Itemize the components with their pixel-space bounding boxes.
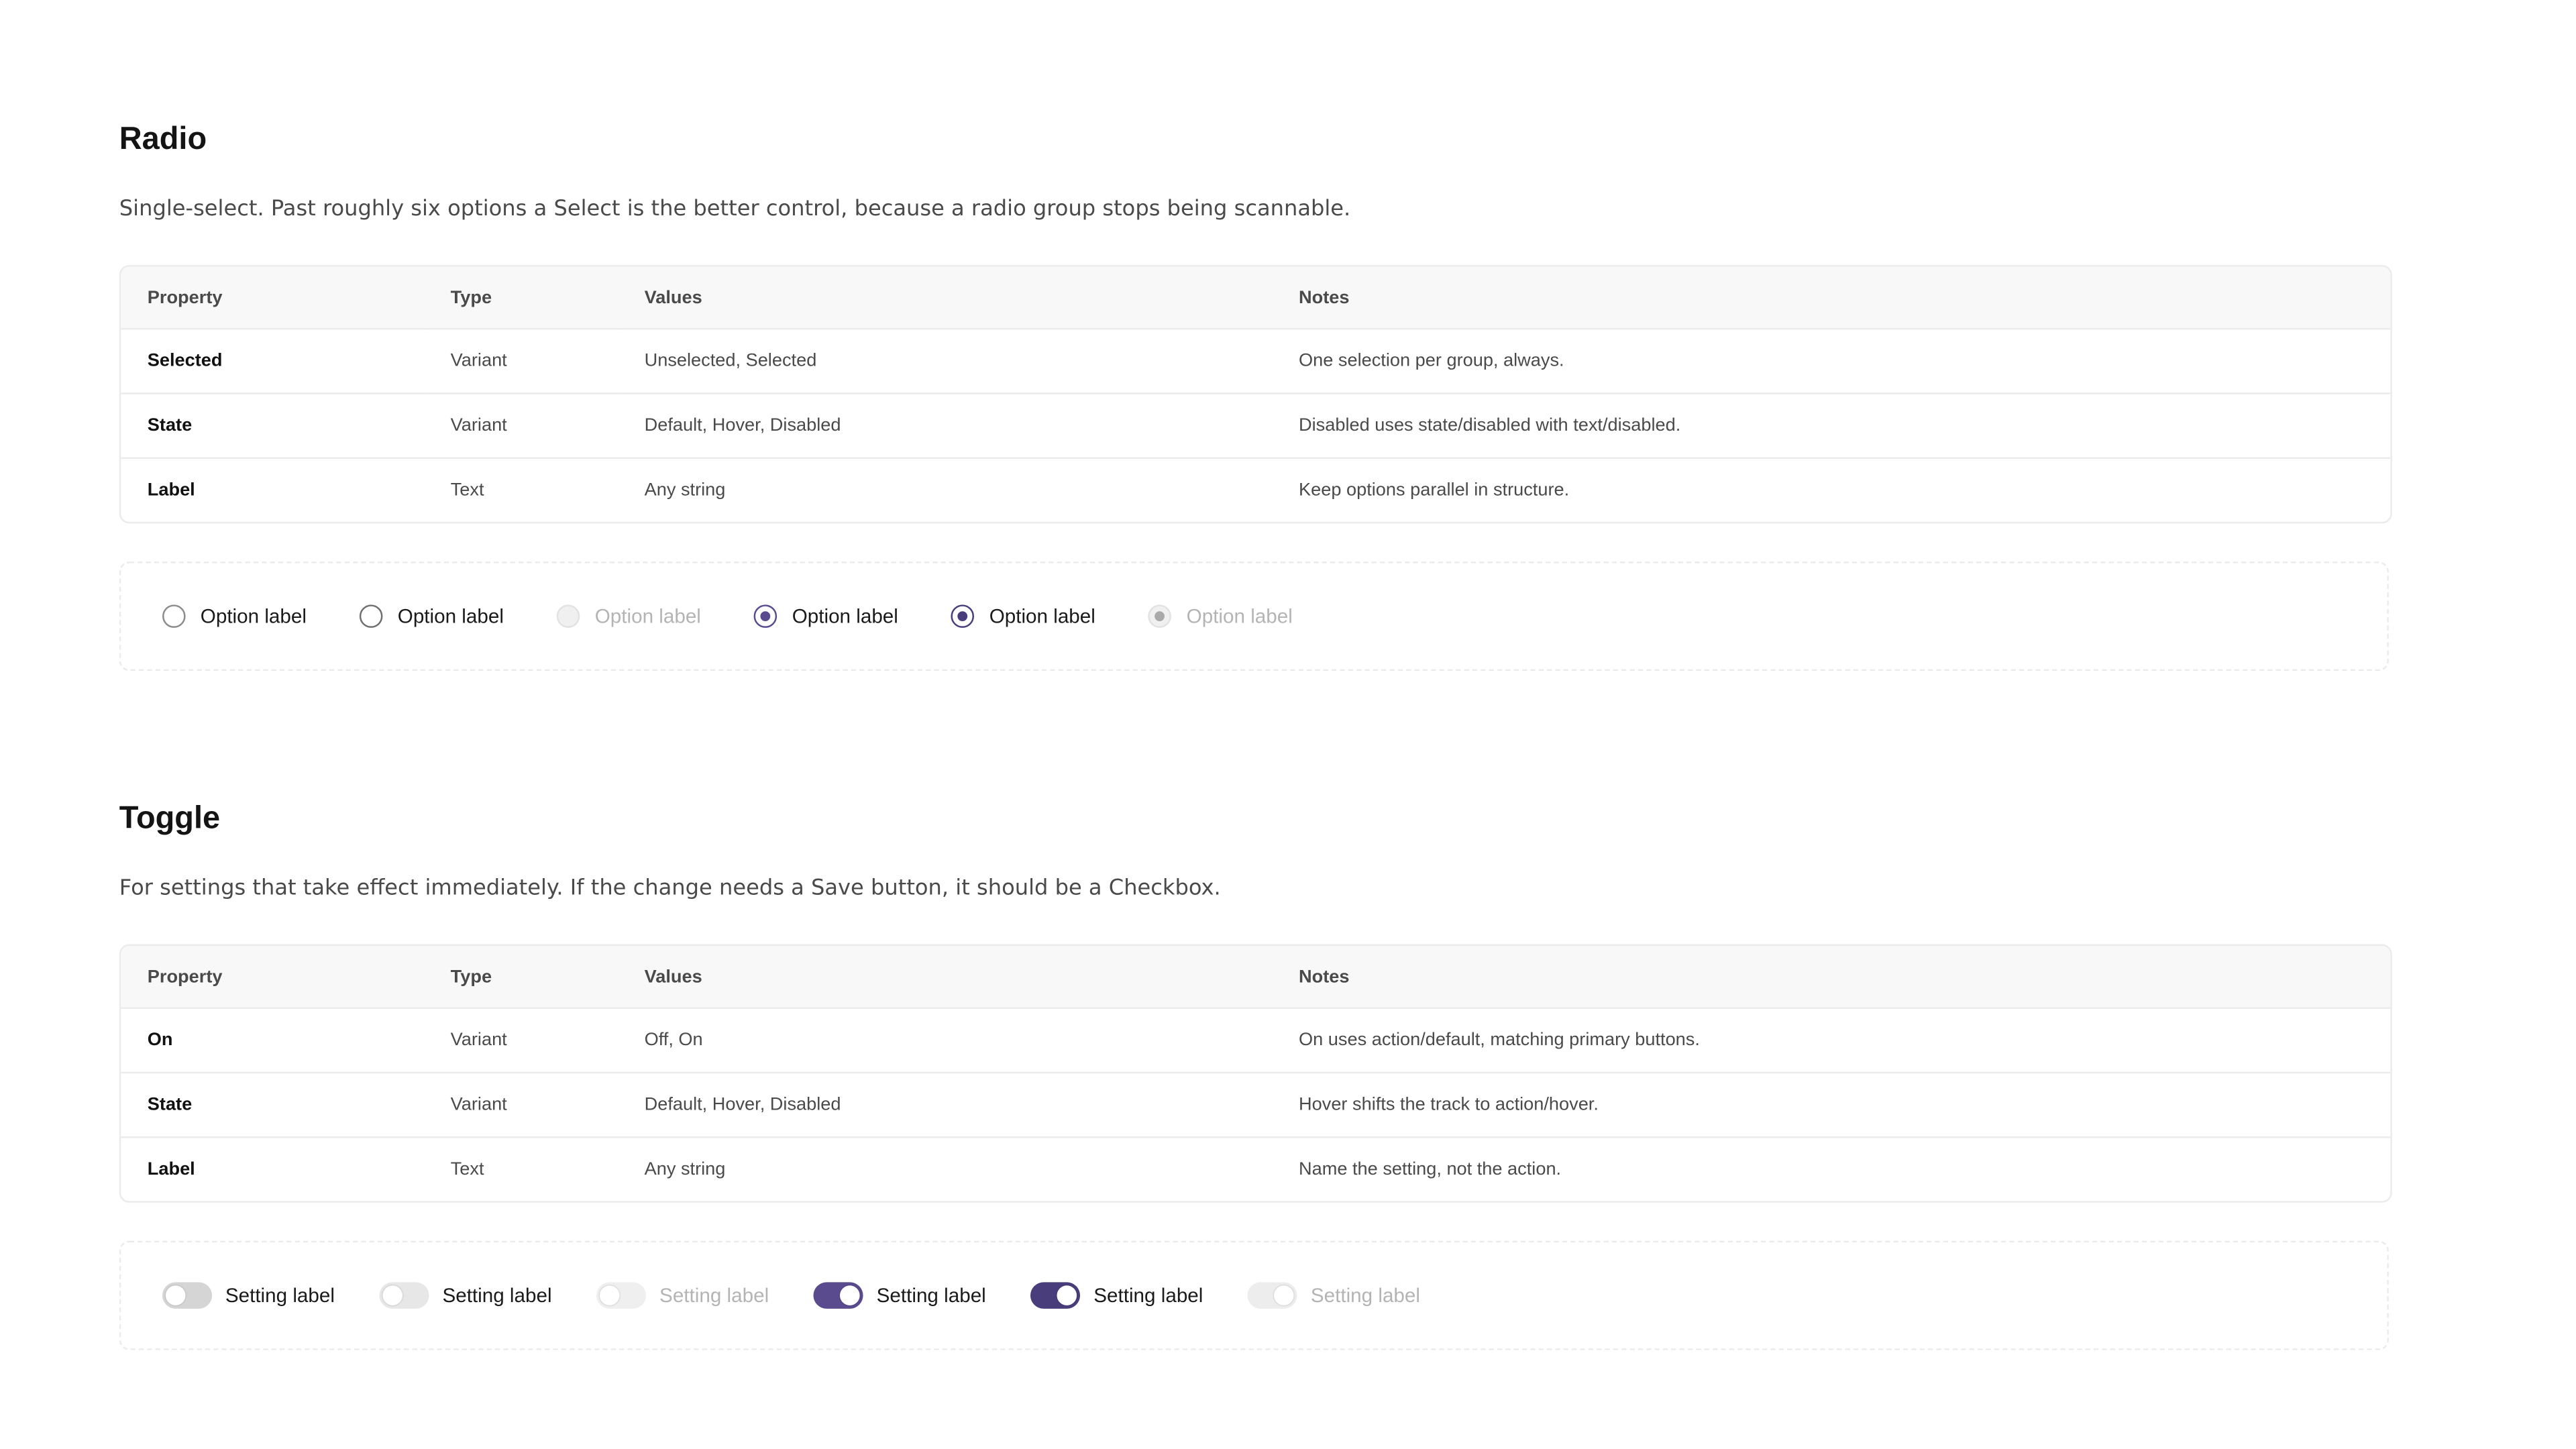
column-header-values: Values [618, 266, 1273, 330]
property-name: State [121, 394, 425, 460]
toggle-label: Setting label [1093, 1283, 1203, 1307]
property-name: Label [147, 480, 195, 500]
property-values: Unselected, Selected [618, 329, 1273, 394]
property-type: Variant [424, 329, 619, 394]
table-header-row: Property Type Values Notes [121, 266, 2391, 330]
property-type: Text [450, 480, 484, 500]
section-description: For settings that take effect immediatel… [119, 876, 1221, 902]
toggle-label: Setting label [442, 1283, 552, 1307]
toggle-switch[interactable] [379, 1282, 429, 1309]
table-row: Selected Variant Unselected, Selected On… [121, 329, 2391, 394]
toggle-knob [1274, 1285, 1295, 1305]
property-type: Variant [424, 1009, 619, 1074]
toggle-switch[interactable] [162, 1282, 213, 1309]
property-type: Text [450, 1159, 484, 1180]
section-title: Toggle [119, 802, 221, 837]
column-header-notes: Notes [1272, 266, 2391, 330]
property-name: State [121, 1073, 425, 1138]
radio-option-label: Option label [200, 604, 307, 628]
radio-option-label: Option label [594, 604, 701, 628]
table-row: State Variant Default, Hover, Disabled D… [121, 394, 2391, 460]
radio-option-unselected-default[interactable]: Option label [162, 604, 307, 628]
toggle-option-on-disabled: Setting label [1248, 1282, 1420, 1309]
property-notes: One selection per group, always. [1272, 329, 2391, 394]
radio-option-unselected-disabled: Option label [556, 604, 701, 628]
toggle-examples-panel: Setting label Setting label Setting labe… [119, 1240, 2389, 1350]
radio-option-selected-hover[interactable]: Option label [951, 604, 1095, 628]
radio-option-selected-default[interactable]: Option label [753, 604, 898, 628]
radio-button[interactable] [753, 604, 777, 628]
table-row: Label Text Any string Keep options paral… [121, 459, 2390, 522]
toggle-label: Setting label [876, 1283, 986, 1307]
radio-option-unselected-hover[interactable]: Option label [359, 604, 504, 628]
radio-option-label: Option label [397, 604, 504, 628]
section-title: Radio [119, 122, 207, 158]
column-header-notes: Notes [1272, 946, 2391, 1009]
column-header-property: Property [121, 266, 425, 330]
toggle-switch[interactable] [813, 1282, 863, 1309]
toggle-label: Setting label [659, 1283, 769, 1307]
property-notes: Disabled uses state/disabled with text/d… [1272, 394, 2391, 460]
radio-section: Radio Single-select. Past roughly six op… [119, 121, 2392, 672]
toggle-switch[interactable] [1030, 1282, 1081, 1309]
radio-option-label: Option label [1186, 604, 1293, 628]
toggle-section: Toggle For settings that take effect imm… [119, 800, 2392, 1350]
toggle-knob [600, 1285, 620, 1305]
property-notes: Keep options parallel in structure. [1299, 480, 1570, 500]
property-type: Variant [424, 394, 619, 460]
radio-button[interactable] [162, 604, 186, 628]
radio-button[interactable] [951, 604, 975, 628]
property-type: Variant [424, 1073, 619, 1138]
property-name: Selected [121, 329, 425, 394]
radio-button[interactable] [359, 604, 383, 628]
toggle-option-on-default[interactable]: Setting label [813, 1282, 986, 1309]
property-values: Any string [644, 480, 726, 500]
property-values: Any string [644, 1159, 726, 1180]
toggle-knob [840, 1285, 860, 1305]
column-header-type: Type [424, 266, 619, 330]
toggle-properties-table: Property Type Values Notes On Variant Of… [119, 944, 2392, 1203]
property-notes: On uses action/default, matching primary… [1272, 1009, 2391, 1074]
column-header-values: Values [618, 946, 1273, 1009]
property-values: Default, Hover, Disabled [618, 394, 1273, 460]
radio-properties-table: Property Type Values Notes Selected Vari… [119, 265, 2392, 524]
toggle-knob [1057, 1285, 1077, 1305]
toggle-option-off-default[interactable]: Setting label [162, 1282, 335, 1309]
column-header-property: Property [121, 946, 425, 1009]
page: Radio Single-select. Past roughly six op… [0, 0, 2576, 1448]
toggle-knob [382, 1285, 403, 1305]
property-values: Default, Hover, Disabled [618, 1073, 1273, 1138]
property-notes: Hover shifts the track to action/hover. [1272, 1073, 2391, 1138]
table-header-row: Property Type Values Notes [121, 946, 2391, 1009]
radio-option-label: Option label [792, 604, 898, 628]
toggle-label: Setting label [1310, 1283, 1420, 1307]
toggle-option-off-disabled: Setting label [596, 1282, 769, 1309]
section-description: Single-select. Past roughly six options … [119, 197, 1351, 222]
toggle-option-off-hover[interactable]: Setting label [379, 1282, 552, 1309]
property-name: Label [147, 1159, 195, 1180]
table-row: On Variant Off, On On uses action/defaul… [121, 1009, 2391, 1074]
radio-button [1148, 604, 1172, 628]
column-header-type: Type [424, 946, 619, 1009]
toggle-knob [165, 1285, 186, 1305]
radio-button [556, 604, 580, 628]
toggle-option-on-hover[interactable]: Setting label [1030, 1282, 1203, 1309]
radio-examples-panel: Option label Option label Option label O… [119, 561, 2389, 672]
property-notes: Name the setting, not the action. [1299, 1159, 1562, 1180]
table-row: Label Text Any string Name the setting, … [121, 1138, 2390, 1201]
radio-option-label: Option label [989, 604, 1095, 628]
toggle-label: Setting label [225, 1283, 335, 1307]
radio-option-selected-disabled: Option label [1148, 604, 1293, 628]
toggle-switch [1248, 1282, 1298, 1309]
property-values: Off, On [618, 1009, 1273, 1074]
table-row: State Variant Default, Hover, Disabled H… [121, 1073, 2391, 1138]
property-name: On [121, 1009, 425, 1074]
toggle-switch [596, 1282, 647, 1309]
